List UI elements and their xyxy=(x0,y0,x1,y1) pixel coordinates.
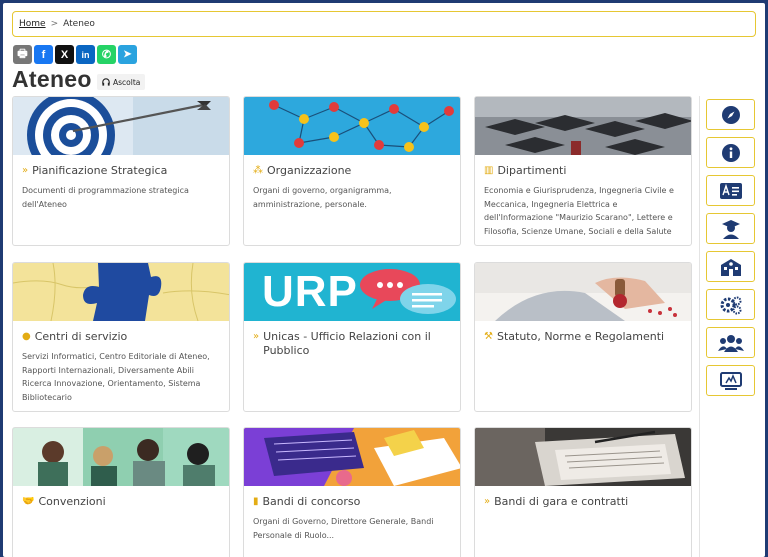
card-bandi-di-gara-e-contratti[interactable]: » Bandi di gara e contratti xyxy=(474,427,692,557)
card-description: Servizi Informatici, Centro Editoriale d… xyxy=(22,352,210,402)
rail-button-id-card[interactable] xyxy=(706,175,755,206)
rail-button-school[interactable] xyxy=(706,251,755,282)
school-icon xyxy=(720,258,741,276)
card-description: Organi di governo, organigramma, amminis… xyxy=(253,186,392,209)
double-chevron-icon: » xyxy=(484,496,491,507)
card-statuto-norme-regolamenti[interactable]: ⚒ Statuto, Norme e Regolamenti xyxy=(474,262,692,412)
card-title: Bandi di gara e contratti xyxy=(494,495,629,508)
card-image-documents xyxy=(475,428,691,486)
speech-bubble-icon xyxy=(360,269,456,314)
breadcrumb-separator: > xyxy=(50,19,59,29)
rail-button-graduate[interactable] xyxy=(706,213,755,244)
x-icon[interactable]: X xyxy=(55,45,74,64)
rail-button-settings[interactable] xyxy=(706,289,755,320)
card-title: Pianificazione Strategica xyxy=(32,164,168,177)
id-card-icon xyxy=(719,182,742,199)
card-organizzazione[interactable]: ⁂ Organizzazione Organi di governo, organ… xyxy=(243,96,461,246)
card-title: Dipartimenti xyxy=(497,164,567,177)
urp-logo-text: URP xyxy=(262,267,358,316)
handshake-icon: 🤝 xyxy=(22,496,35,507)
rail-button-users[interactable] xyxy=(706,327,755,358)
graduate-icon xyxy=(721,219,740,239)
breadcrumb-current: Ateneo xyxy=(63,19,95,29)
card-title: Organizzazione xyxy=(267,164,352,177)
facebook-icon[interactable]: f xyxy=(34,45,53,64)
card-description: Economia e Giurisprudenza, Ingegneria Ci… xyxy=(484,186,674,236)
monitor-icon xyxy=(719,371,742,390)
sitemap-icon: ⁂ xyxy=(253,165,263,176)
card-centri-di-servizio[interactable]: ● Centri di servizio Servizi Informatici,… xyxy=(12,262,230,412)
card-image-urp: URP xyxy=(244,263,460,321)
print-icon[interactable]: 🖶 xyxy=(13,45,32,64)
card-image-signing xyxy=(475,263,691,321)
breadcrumb: Home > Ateneo xyxy=(12,11,756,37)
coin-icon: ● xyxy=(22,331,31,342)
breadcrumb-home-link[interactable]: Home xyxy=(19,19,46,29)
gavel-icon: ⚒ xyxy=(484,331,493,342)
listen-label: Ascolta xyxy=(113,77,141,87)
settings-icon xyxy=(720,296,741,314)
share-bar: 🖶 f X in ✆ ➤ xyxy=(13,45,137,64)
linkedin-icon[interactable]: in xyxy=(76,45,95,64)
card-pianificazione-strategica[interactable]: » Pianificazione Strategica Documenti di … xyxy=(12,96,230,246)
users-icon xyxy=(717,334,744,352)
headphones-icon xyxy=(102,78,110,86)
card-image-network xyxy=(244,97,460,155)
card-description: Organi di Governo, Direttore Generale, B… xyxy=(253,517,434,540)
double-chevron-icon: » xyxy=(22,165,29,176)
card-convenzioni[interactable]: 🤝 Convenzioni xyxy=(12,427,230,557)
page: Home > Ateneo 🖶 f X in ✆ ➤ Ateneo Ascolta … xyxy=(3,3,765,557)
compass-icon xyxy=(721,105,740,124)
card-title: Unicas - Ufficio Relazioni con il Pubbli… xyxy=(263,330,431,357)
card-image-puzzle xyxy=(13,263,229,321)
card-image-laptop xyxy=(244,428,460,486)
telegram-icon[interactable]: ➤ xyxy=(118,45,137,64)
card-description: Documenti di programmazione strategica d… xyxy=(22,186,189,209)
info-icon xyxy=(721,143,740,162)
rail-button-compass[interactable] xyxy=(706,99,755,130)
book-icon: ▮ xyxy=(253,496,259,507)
card-dipartimenti[interactable]: ▥ Dipartimenti Economia e Giurisprudenza,… xyxy=(474,96,692,246)
card-title: Statuto, Norme e Regolamenti xyxy=(496,330,665,343)
card-title: Convenzioni xyxy=(38,495,106,508)
card-image-graduation-caps xyxy=(475,97,691,155)
card-image-target xyxy=(13,97,229,155)
page-title: Ateneo xyxy=(12,66,92,92)
rail-button-info[interactable] xyxy=(706,137,755,168)
card-image-people xyxy=(13,428,229,486)
card-bandi-di-concorso[interactable]: ▮ Bandi di concorso Organi di Governo, Di… xyxy=(243,427,461,557)
card-title: Centri di servizio xyxy=(34,330,128,343)
double-chevron-icon: » xyxy=(253,331,260,342)
building-icon: ▥ xyxy=(484,165,494,176)
listen-button[interactable]: Ascolta xyxy=(97,74,146,90)
rail-button-monitor[interactable] xyxy=(706,365,755,396)
side-rail xyxy=(699,96,765,557)
whatsapp-icon[interactable]: ✆ xyxy=(97,45,116,64)
card-urp[interactable]: URP » Unicas - Ufficio Relazioni con il P… xyxy=(243,262,461,412)
card-title: Bandi di concorso xyxy=(262,495,361,508)
